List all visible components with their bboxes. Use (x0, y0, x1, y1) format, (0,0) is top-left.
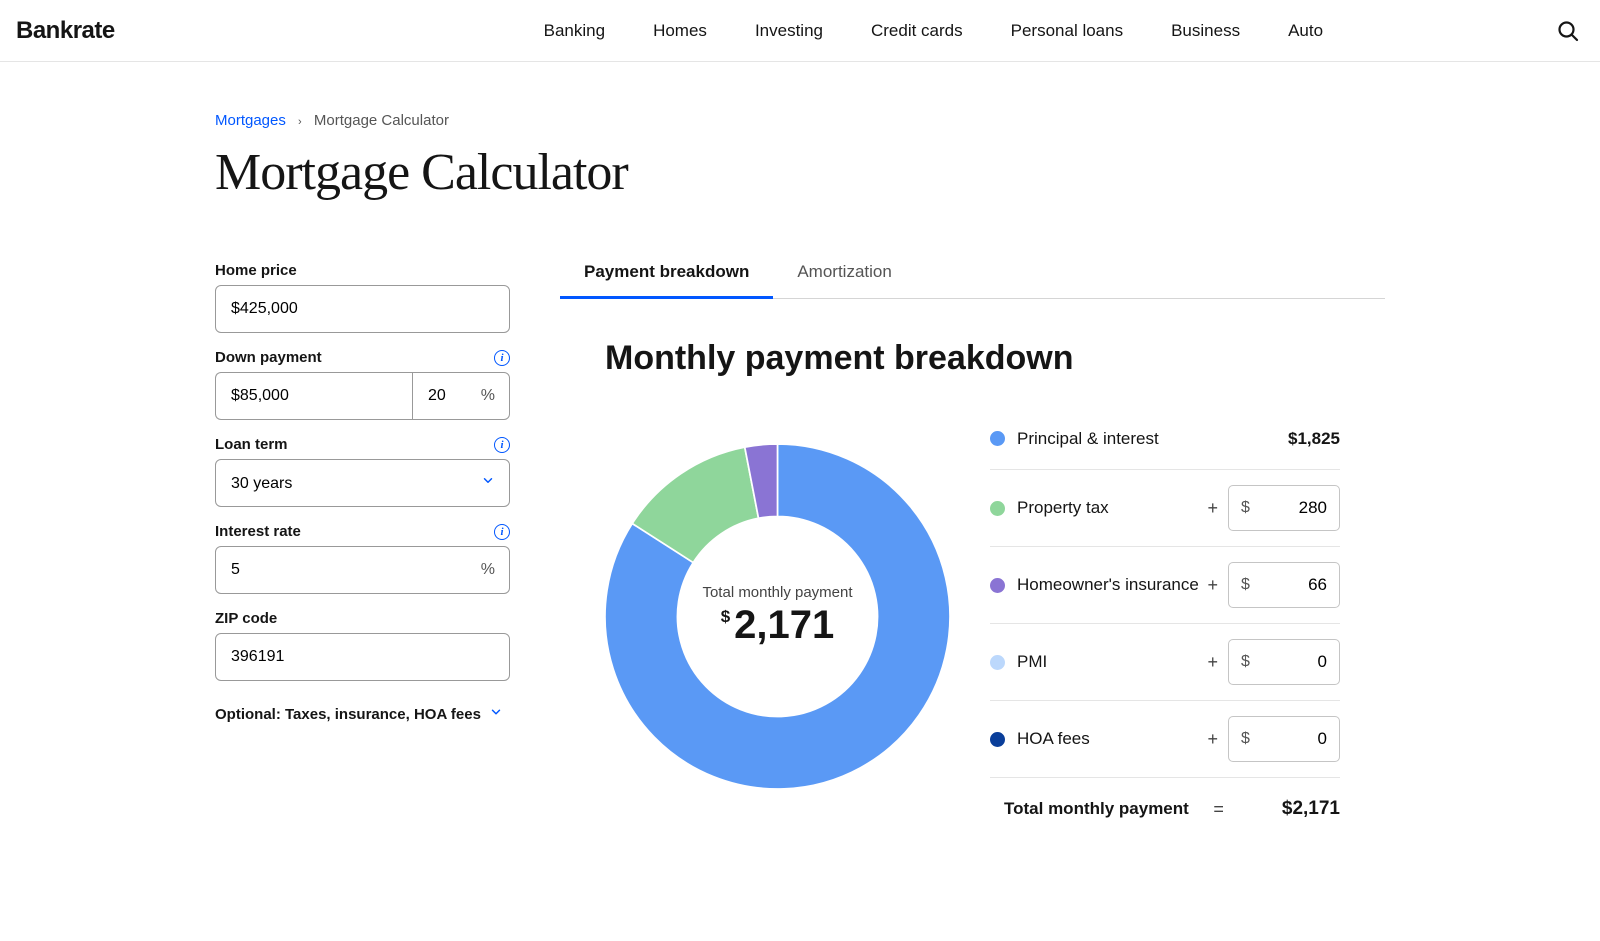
search-icon (1556, 19, 1580, 43)
total-label: Total monthly payment (990, 799, 1189, 819)
nav-auto[interactable]: Auto (1288, 21, 1323, 41)
property-tax-input[interactable] (1254, 498, 1327, 518)
nav-personal-loans[interactable]: Personal loans (1011, 21, 1123, 41)
hoa-input[interactable] (1254, 729, 1327, 749)
zip-code-label: ZIP code (215, 610, 277, 627)
swatch-homeowners (990, 578, 1005, 593)
site-header: Bankrate Banking Homes Investing Credit … (0, 0, 1600, 62)
loan-term-info-icon[interactable]: i (494, 437, 510, 453)
swatch-pmi (990, 655, 1005, 670)
legend-principal-label: Principal & interest (1017, 429, 1159, 449)
legend-homeowners-label: Homeowner's insurance (1017, 575, 1199, 595)
currency-symbol: $ (1241, 730, 1250, 748)
donut-label: Total monthly payment (702, 584, 852, 601)
zip-code-input[interactable] (215, 633, 510, 681)
currency-symbol: $ (1241, 576, 1250, 594)
breadcrumb: Mortgages › Mortgage Calculator (215, 112, 1385, 129)
page-title: Mortgage Calculator (215, 143, 1385, 202)
home-price-label: Home price (215, 262, 297, 279)
swatch-property-tax (990, 501, 1005, 516)
donut-currency: $ (721, 607, 730, 626)
down-payment-label: Down payment (215, 349, 322, 366)
nav-business[interactable]: Business (1171, 21, 1240, 41)
total-value: $2,171 (1282, 798, 1340, 820)
tab-amortization[interactable]: Amortization (773, 262, 915, 298)
swatch-hoa (990, 732, 1005, 747)
optional-toggle-label: Optional: Taxes, insurance, HOA fees (215, 706, 481, 723)
plus-icon: + (1207, 575, 1218, 596)
percent-symbol: % (481, 561, 495, 579)
swatch-principal (990, 431, 1005, 446)
calculator-form: Home price Down payment i % (215, 262, 510, 723)
plus-icon: + (1207, 729, 1218, 750)
interest-rate-info-icon[interactable]: i (494, 524, 510, 540)
chevron-down-icon (489, 705, 503, 723)
nav-investing[interactable]: Investing (755, 21, 823, 41)
breadcrumb-separator: › (298, 116, 302, 128)
donut-total: 2,171 (734, 603, 834, 647)
tabs: Payment breakdown Amortization (560, 262, 1385, 299)
breadcrumb-current: Mortgage Calculator (314, 112, 449, 129)
legend-pmi-label: PMI (1017, 652, 1047, 672)
legend-hoa-label: HOA fees (1017, 729, 1090, 749)
plus-icon: + (1207, 652, 1218, 673)
currency-symbol: $ (1241, 499, 1250, 517)
optional-toggle[interactable]: Optional: Taxes, insurance, HOA fees (215, 705, 510, 723)
plus-icon: + (1207, 498, 1218, 519)
loan-term-select[interactable]: 30 years (215, 459, 510, 507)
tab-payment-breakdown[interactable]: Payment breakdown (560, 262, 773, 298)
nav-banking[interactable]: Banking (544, 21, 605, 41)
homeowners-input[interactable] (1254, 575, 1327, 595)
logo[interactable]: Bankrate (16, 17, 115, 45)
results-panel: Payment breakdown Amortization Monthly p… (560, 262, 1385, 864)
equals-symbol: = (1213, 799, 1224, 820)
nav-credit-cards[interactable]: Credit cards (871, 21, 963, 41)
panel-heading: Monthly payment breakdown (605, 339, 1340, 378)
primary-nav: Banking Homes Investing Credit cards Per… (315, 21, 1552, 41)
down-payment-info-icon[interactable]: i (494, 350, 510, 366)
home-price-input[interactable] (215, 285, 510, 333)
search-button[interactable] (1552, 15, 1584, 47)
donut-chart: Total monthly payment $2,171 (605, 444, 950, 789)
breadcrumb-parent[interactable]: Mortgages (215, 112, 286, 129)
legend-principal-value: $1,825 (1288, 429, 1340, 449)
percent-symbol: % (481, 387, 495, 405)
interest-rate-label: Interest rate (215, 523, 301, 540)
interest-rate-input[interactable] (215, 546, 510, 594)
down-payment-amount-input[interactable] (215, 372, 412, 420)
pmi-input[interactable] (1254, 652, 1327, 672)
loan-term-label: Loan term (215, 436, 288, 453)
currency-symbol: $ (1241, 653, 1250, 671)
nav-homes[interactable]: Homes (653, 21, 707, 41)
legend: Principal & interest $1,825 Property tax… (990, 408, 1340, 824)
legend-property-tax-label: Property tax (1017, 498, 1109, 518)
